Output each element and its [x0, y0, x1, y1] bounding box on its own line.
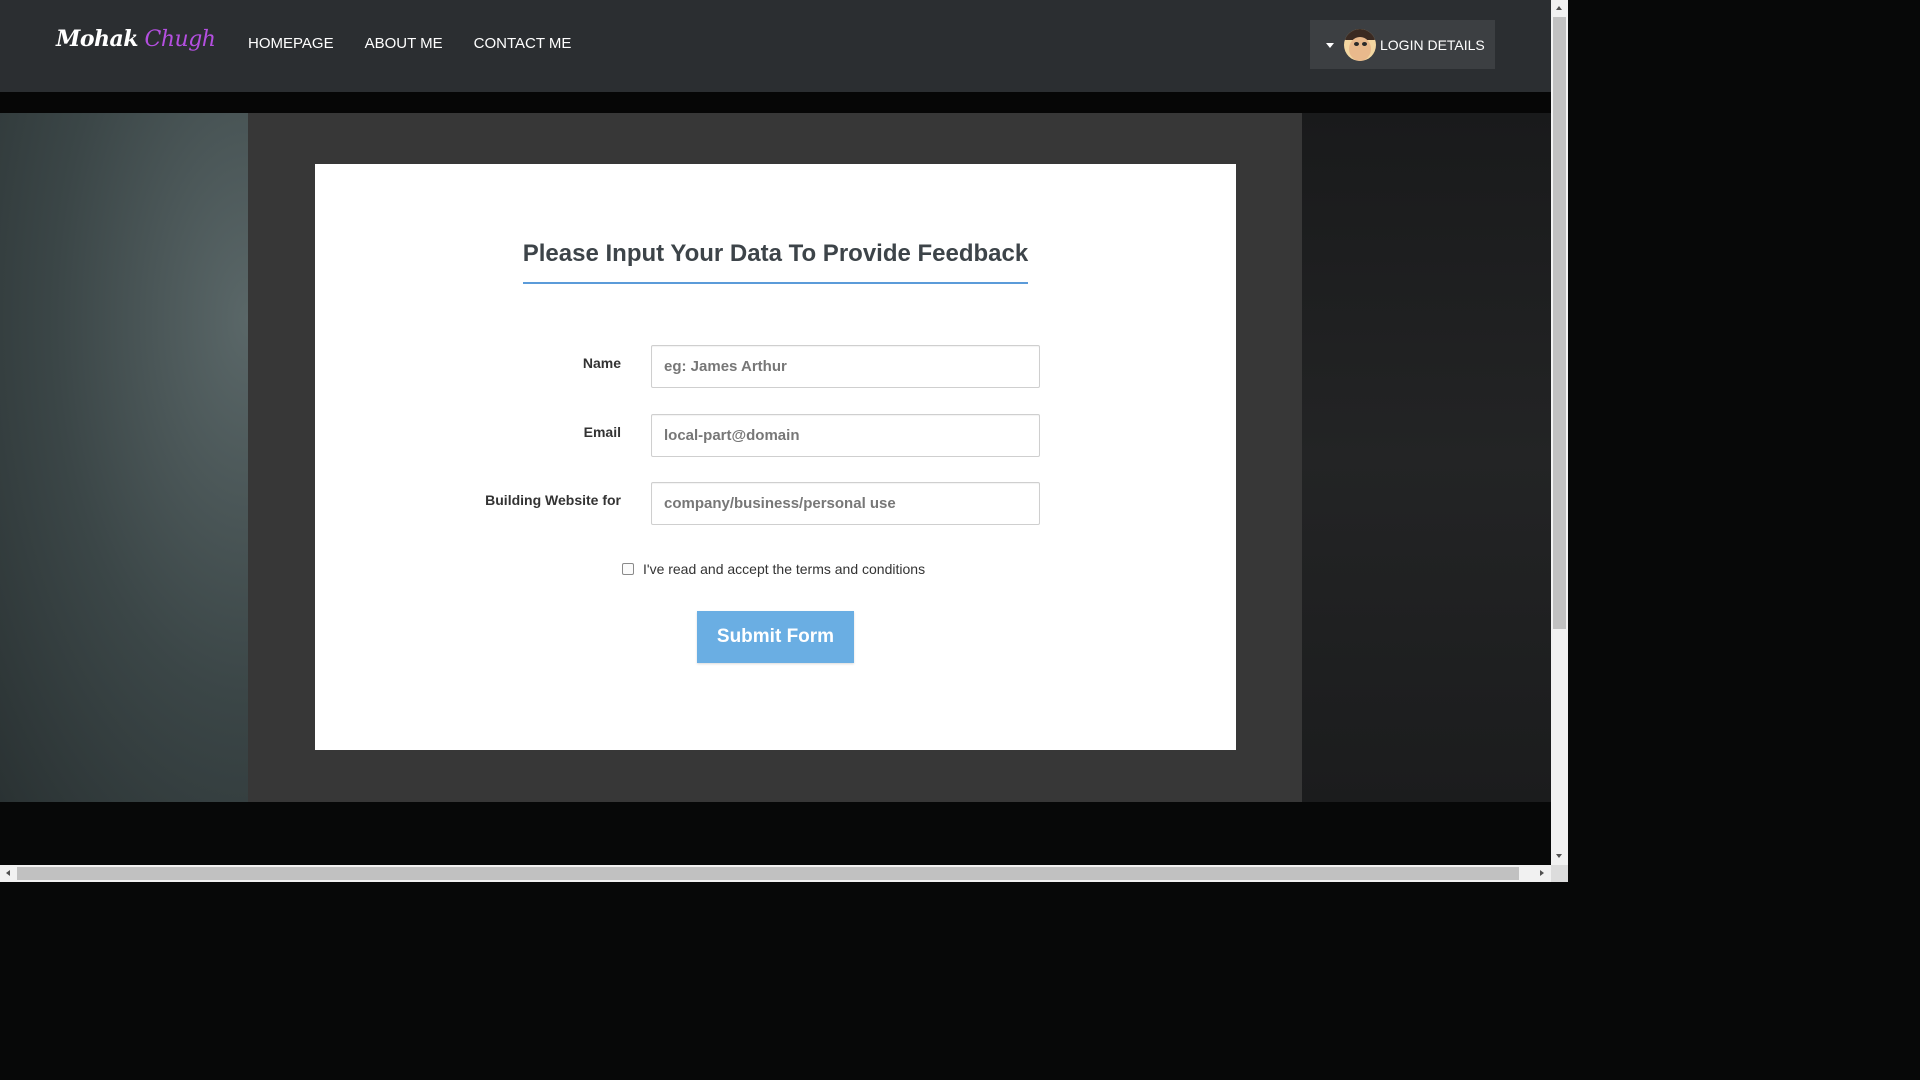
email-input[interactable]	[651, 414, 1040, 457]
scroll-right-arrow-icon[interactable]	[1540, 870, 1544, 876]
horizontal-scrollbar[interactable]	[0, 865, 1551, 882]
brand-last-name: Chugh	[144, 27, 216, 52]
nav-link-about-me[interactable]: ABOUT ME	[365, 35, 443, 52]
website-purpose-input[interactable]	[651, 482, 1040, 525]
website-purpose-label: Building Website for	[485, 492, 621, 508]
form-title: Please Input Your Data To Provide Feedba…	[522, 240, 1029, 267]
feedback-form-card: Please Input Your Data To Provide Feedba…	[315, 164, 1236, 750]
user-avatar	[1344, 28, 1376, 61]
avatar-eye-right	[1362, 41, 1367, 46]
horizontal-scroll-thumb[interactable]	[17, 867, 1519, 880]
brand-first-name: Mohak	[56, 26, 139, 52]
title-underline	[523, 282, 1028, 284]
name-label: Name	[582, 355, 621, 371]
email-label: Email	[583, 424, 621, 440]
avatar-face	[1349, 36, 1371, 61]
terms-row: I've read and accept the terms and condi…	[622, 561, 925, 577]
vertical-scroll-thumb[interactable]	[1553, 17, 1566, 629]
scroll-up-arrow-icon[interactable]	[1556, 6, 1562, 10]
terms-label[interactable]: I've read and accept the terms and condi…	[643, 561, 925, 577]
top-navbar: Mohak Chugh HOMEPAGE ABOUT ME CONTACT ME…	[0, 0, 1551, 92]
scroll-left-arrow-icon[interactable]	[6, 870, 10, 876]
scroll-down-arrow-icon[interactable]	[1556, 854, 1562, 858]
caret-down-icon	[1326, 43, 1334, 48]
hero-left-panel	[0, 113, 248, 802]
brand-logo[interactable]: Mohak Chugh	[56, 26, 216, 52]
nav-link-contact-me[interactable]: CONTACT ME	[474, 35, 572, 52]
scrollbar-corner	[1551, 865, 1568, 882]
login-details-dropdown[interactable]: LOGIN DETAILS	[1310, 20, 1495, 69]
name-input[interactable]	[651, 345, 1040, 388]
nav-links: HOMEPAGE ABOUT ME CONTACT ME	[248, 35, 571, 52]
hero-right-panel	[1302, 113, 1551, 802]
avatar-eye-left	[1354, 41, 1359, 46]
submit-form-button[interactable]: Submit Form	[697, 611, 854, 663]
login-details-label: LOGIN DETAILS	[1380, 36, 1485, 53]
nav-divider-strip	[0, 92, 1551, 113]
nav-link-homepage[interactable]: HOMEPAGE	[248, 35, 334, 52]
vertical-scrollbar[interactable]	[1551, 0, 1568, 865]
terms-checkbox[interactable]	[622, 563, 634, 575]
